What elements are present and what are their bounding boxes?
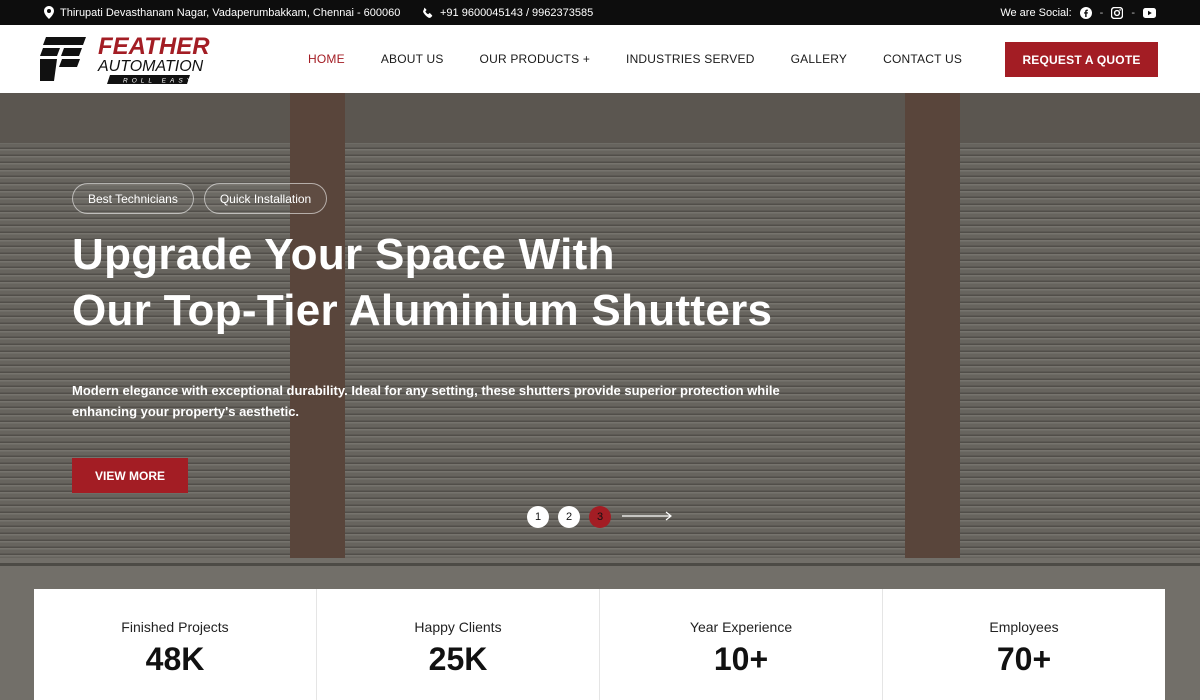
social-label: We are Social: <box>1000 6 1072 19</box>
chip-quick-installation[interactable]: Quick Installation <box>203 183 328 214</box>
feather-automation-logo[interactable]: FEATHER AUTOMATION ROLL EASY <box>37 33 210 87</box>
address-text: Thirupati Devasthanam Nagar, Vadaperumba… <box>60 6 401 19</box>
stat-employees: Employees 70+ <box>883 589 1165 700</box>
instagram-icon[interactable] <box>1111 6 1124 19</box>
nav-our-products[interactable]: OUR PRODUCTS + <box>480 52 590 66</box>
separator: - <box>1099 6 1104 19</box>
stat-label: Year Experience <box>689 619 793 635</box>
chip-best-technicians[interactable]: Best Technicians <box>72 183 194 214</box>
slide-dot-1[interactable]: 1 <box>527 506 549 528</box>
request-quote-button[interactable]: REQUEST A QUOTE <box>1005 42 1158 77</box>
separator: - <box>1131 6 1135 19</box>
stat-year-experience: Year Experience 10+ <box>600 589 883 700</box>
svg-text:AUTOMATION: AUTOMATION <box>97 58 204 75</box>
svg-text:FEATHER: FEATHER <box>98 33 210 60</box>
view-more-button[interactable]: VIEW MORE <box>72 458 188 493</box>
nav-gallery[interactable]: GALLERY <box>791 52 848 66</box>
stat-label: Finished Projects <box>121 619 229 635</box>
arrow-right-icon[interactable] <box>622 508 674 526</box>
top-info-bar: Thirupati Devasthanam Nagar, Vadaperumba… <box>0 0 1200 25</box>
youtube-icon[interactable] <box>1143 7 1156 18</box>
stats-bar: Finished Projects 48K Happy Clients 25K … <box>34 589 1165 700</box>
stat-value: 25K <box>428 641 488 677</box>
stat-value: 70+ <box>996 641 1052 677</box>
nav-contact-us[interactable]: CONTACT US <box>883 52 962 66</box>
hero-title-line1: Upgrade Your Space With <box>72 230 615 279</box>
hero-title: Upgrade Your Space With Our Top-Tier Alu… <box>72 227 972 339</box>
stat-label: Happy Clients <box>414 619 502 635</box>
slide-dot-2[interactable]: 2 <box>558 506 580 528</box>
nav-about-us[interactable]: ABOUT US <box>381 52 444 66</box>
hero-description: Modern elegance with exceptional durabil… <box>72 383 780 419</box>
slider-pagination: 1 2 3 <box>527 506 674 528</box>
stat-value: 48K <box>145 641 205 677</box>
nav-industries-served[interactable]: INDUSTRIES SERVED <box>626 52 755 66</box>
nav-home[interactable]: HOME <box>308 52 345 66</box>
hero-chips: Best Technicians Quick Installation <box>72 183 328 214</box>
svg-text:ROLL EASY: ROLL EASY <box>123 78 195 85</box>
phone-icon <box>422 7 434 19</box>
stat-label: Employees <box>989 619 1059 635</box>
social-links: We are Social: - - <box>1000 0 1156 25</box>
phone-item[interactable]: +91 9600045143 / 9962373585 <box>422 0 593 25</box>
location-pin-icon <box>44 6 54 19</box>
stat-value: 10+ <box>713 641 769 677</box>
phone-text: +91 9600045143 / 9962373585 <box>440 6 594 19</box>
stat-happy-clients: Happy Clients 25K <box>317 589 600 700</box>
hero-title-line2: Our Top-Tier Aluminium Shutters <box>72 286 773 335</box>
site-header: FEATHER AUTOMATION ROLL EASY HOME ABOUT … <box>0 25 1200 93</box>
facebook-icon[interactable] <box>1079 6 1092 19</box>
stat-finished-projects: Finished Projects 48K <box>34 589 317 700</box>
main-nav: HOME ABOUT US OUR PRODUCTS + INDUSTRIES … <box>290 25 980 93</box>
slide-dot-3[interactable]: 3 <box>589 506 611 528</box>
address-item: Thirupati Devasthanam Nagar, Vadaperumba… <box>44 0 400 25</box>
